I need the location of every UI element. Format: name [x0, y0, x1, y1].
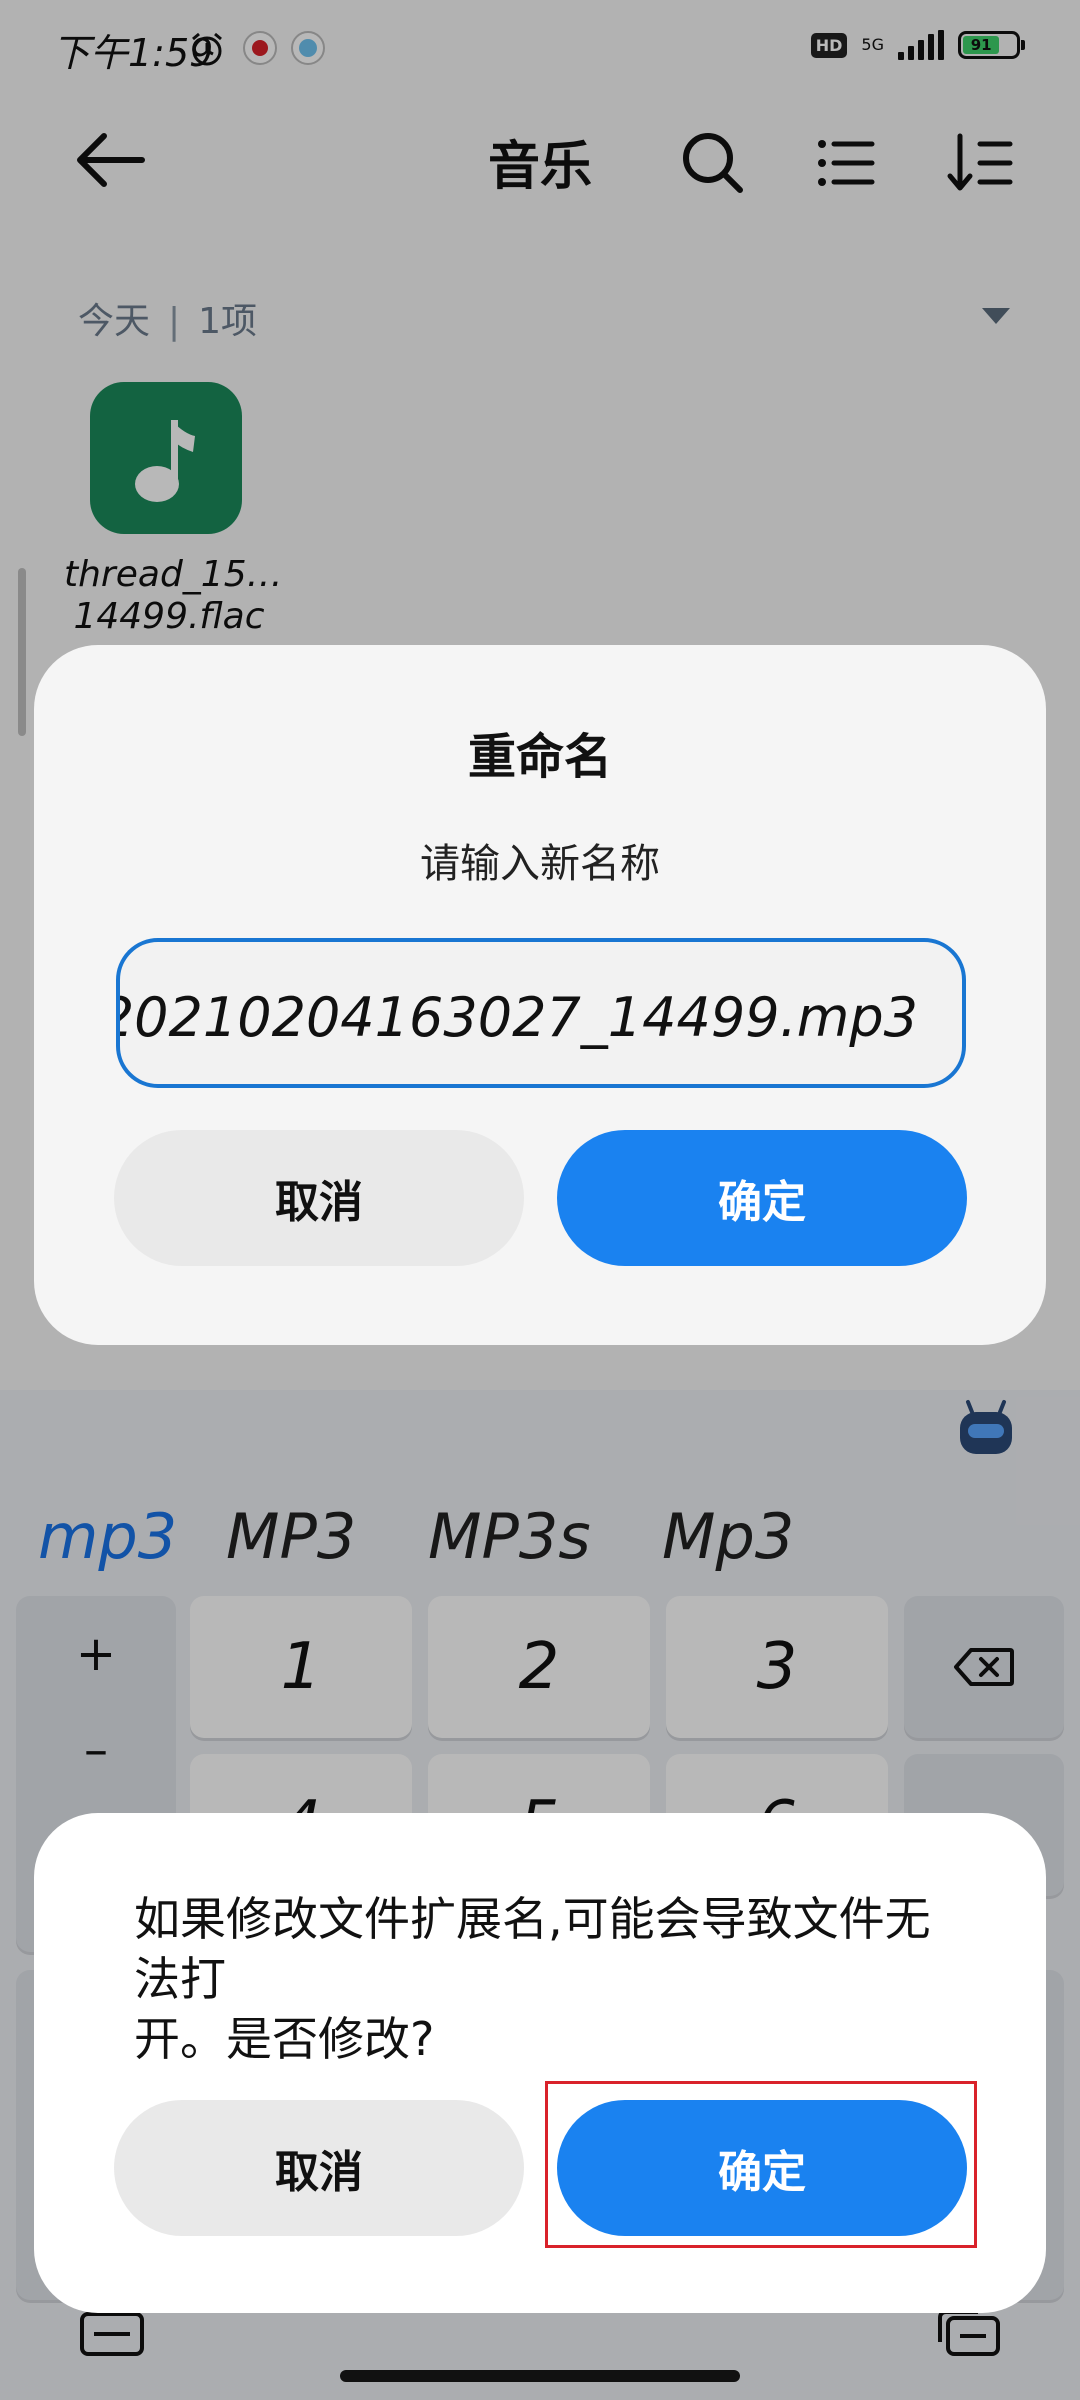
warning-message-line1: 如果修改文件扩展名,可能会导致文件无法打 — [134, 1892, 931, 2006]
warning-message: 如果修改文件扩展名,可能会导致文件无法打 开。是否修改? — [134, 1889, 974, 2069]
rename-input-value: G_20210204163027_14499.mp3 — [116, 986, 918, 1049]
home-indicator[interactable] — [340, 2370, 740, 2382]
rename-dialog-prompt: 请输入新名称 — [420, 841, 660, 887]
warning-cancel-button[interactable]: 取消 — [114, 2100, 524, 2236]
rename-input[interactable]: G_20210204163027_14499.mp3 — [116, 938, 966, 1088]
rename-dialog: 重命名 请输入新名称 G_20210204163027_14499.mp3 取消… — [34, 645, 1046, 1345]
rename-cancel-button[interactable]: 取消 — [114, 1130, 524, 1266]
confirm-highlight-box — [545, 2081, 977, 2248]
rename-confirm-button[interactable]: 确定 — [557, 1130, 967, 1266]
warning-message-line2: 开。是否修改? — [134, 2012, 435, 2066]
rename-dialog-title: 重命名 — [467, 729, 612, 785]
